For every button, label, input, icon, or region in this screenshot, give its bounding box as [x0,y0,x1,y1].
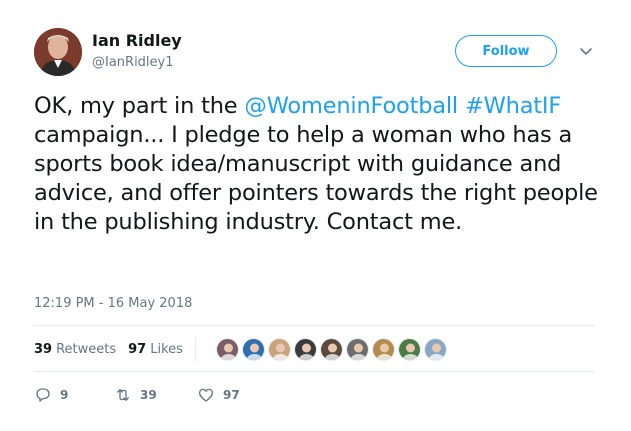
tweet-text-segment: campaign... I pledge to help a woman who… [34,122,598,235]
liker-avatar[interactable] [319,337,343,361]
follow-button[interactable]: Follow [455,35,557,67]
liker-avatar[interactable] [293,337,317,361]
author-name[interactable]: Ian Ridley [92,31,182,50]
liker-avatar[interactable] [267,337,291,361]
tweet-timestamp[interactable]: 12:19 PM - 16 May 2018 [34,296,192,311]
liker-avatar[interactable] [397,337,421,361]
tweet-text: OK, my part in the @WomeninFootball #Wha… [34,92,614,237]
tweet-text-segment [458,93,465,119]
retweet-button[interactable]: 39 [114,386,157,404]
liker-avatars [215,337,450,361]
retweet-icon [117,389,129,401]
retweets-label[interactable]: Retweets [56,342,116,357]
retweet-count[interactable]: 39 [34,342,52,357]
like-count[interactable]: 97 [128,342,146,357]
liker-avatar[interactable] [241,337,265,361]
mention-link[interactable]: @WomeninFootball [244,93,458,119]
like-button[interactable]: 97 [197,386,240,404]
heart-icon [198,388,214,402]
reply-count: 9 [60,388,69,402]
hashtag-link[interactable]: #WhatIF [465,93,561,119]
likes-label[interactable]: Likes [150,342,183,357]
author-avatar[interactable] [34,28,82,76]
divider [194,337,196,361]
tweet-card: Ian Ridley @IanRidley1 Follow OK, my par… [0,0,631,431]
reply-button[interactable]: 9 [34,386,68,404]
liker-avatar[interactable] [345,337,369,361]
divider [34,325,595,326]
author-handle[interactable]: @IanRidley1 [92,55,174,70]
retweet-count-action: 39 [140,388,157,402]
liker-avatar[interactable] [215,337,239,361]
like-count-action: 97 [223,388,240,402]
liker-avatar[interactable] [371,337,395,361]
divider [34,371,595,372]
tweet-text-segment: OK, my part in the [34,93,245,119]
stats-row: 39 Retweets 97 Likes [34,337,450,361]
reply-icon [36,388,50,402]
chevron-down-icon[interactable] [578,43,594,59]
liker-avatar[interactable] [423,337,447,361]
